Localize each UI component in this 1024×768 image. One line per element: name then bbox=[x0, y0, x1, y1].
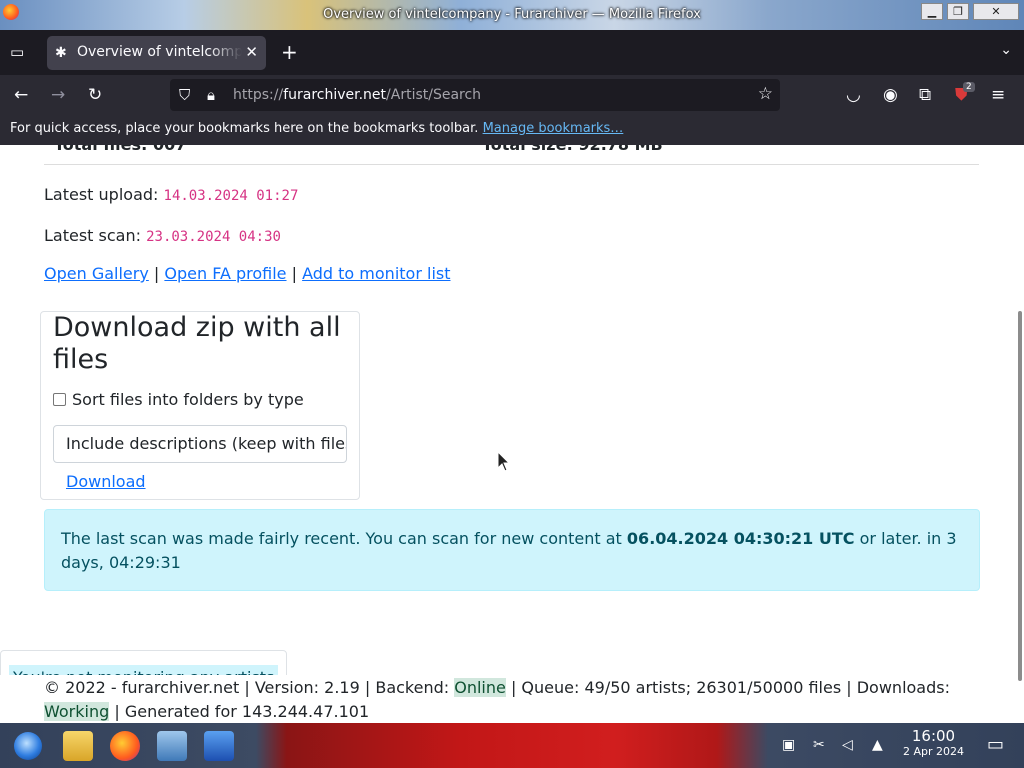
total-files: Total files: 007 bbox=[54, 145, 186, 154]
page-footer: © 2022 - furarchiver.net | Version: 2.19… bbox=[0, 675, 1016, 723]
stats-row: Total files: 007 Total size: 92.78 MB bbox=[44, 145, 979, 165]
lock-icon[interactable]: 🔒︎ bbox=[207, 86, 215, 104]
scissors-tray-icon[interactable]: ✂ bbox=[813, 737, 825, 753]
extension-badge: 2 bbox=[963, 82, 975, 92]
scan-info-alert: The last scan was made fairly recent. Yo… bbox=[44, 509, 980, 591]
download-link[interactable]: Download bbox=[66, 472, 146, 491]
taskbar: ▣ ✂ ◁ ▲ 16:00 2 Apr 2024 ▭ bbox=[0, 723, 1024, 768]
zip-download-card: Download zip with all files Sort files i… bbox=[40, 311, 360, 500]
page-scrollbar[interactable] bbox=[1016, 145, 1024, 723]
show-hidden-icons-icon[interactable]: ▲ bbox=[872, 737, 883, 753]
control-panel-icon[interactable] bbox=[157, 731, 187, 761]
maximize-icon[interactable]: ❐ bbox=[947, 3, 969, 20]
account-icon[interactable]: ◉ bbox=[883, 85, 898, 105]
hamburger-menu-icon[interactable]: ≡ bbox=[991, 85, 1005, 105]
file-manager-icon[interactable] bbox=[63, 731, 93, 761]
navigation-toolbar: ← → ↻ ⛉ 🔒︎ https://furarchiver.net/Artis… bbox=[0, 75, 1024, 115]
clock-time: 16:00 bbox=[911, 727, 956, 745]
backend-status: Online bbox=[454, 678, 506, 697]
checkbox-box[interactable] bbox=[53, 393, 66, 406]
firefox-view-icon[interactable]: ▭ bbox=[10, 43, 24, 61]
latest-scan: Latest scan: 23.03.2024 04:30 bbox=[44, 226, 281, 245]
tracking-protection-shield-icon[interactable]: ⛉ bbox=[179, 86, 190, 104]
forward-icon[interactable]: → bbox=[51, 85, 65, 105]
minimize-icon[interactable]: ▁ bbox=[921, 3, 943, 20]
scrollbar-thumb[interactable] bbox=[1018, 311, 1022, 681]
descriptions-select[interactable]: Include descriptions (keep with files) bbox=[53, 425, 347, 463]
add-to-monitor-link[interactable]: Add to monitor list bbox=[302, 264, 450, 283]
next-scan-datetime: 06.04.2024 04:30:21 UTC bbox=[626, 529, 855, 548]
window-titlebar: Overview of vintelcompany - Furarchiver … bbox=[0, 0, 1024, 30]
close-window-icon[interactable]: ✕ bbox=[973, 3, 1019, 20]
tab-close-icon[interactable]: ✕ bbox=[245, 43, 258, 61]
bookmark-star-icon[interactable]: ☆ bbox=[758, 84, 773, 104]
latest-scan-value: 23.03.2024 04:30 bbox=[146, 229, 281, 245]
back-icon[interactable]: ← bbox=[14, 85, 28, 105]
clipboard-tray-icon[interactable]: ▣ bbox=[782, 737, 795, 753]
mouse-cursor-icon bbox=[497, 451, 511, 472]
reload-icon[interactable]: ↻ bbox=[88, 85, 102, 105]
pocket-icon[interactable]: ◡ bbox=[846, 85, 861, 105]
list-all-tabs-icon[interactable]: ⌄ bbox=[1000, 42, 1012, 58]
tab-active[interactable]: ✱ Overview of vintelcompany - Furarchive… bbox=[47, 36, 266, 70]
downloads-status: Working bbox=[44, 702, 110, 721]
sort-files-checkbox[interactable]: Sort files into folders by type bbox=[53, 390, 304, 409]
url-text[interactable]: https://furarchiver.net/Artist/Search bbox=[233, 87, 481, 103]
tab-strip: ▭ ✱ Overview of vintelcompany - Furarchi… bbox=[0, 30, 1024, 75]
tab-favicon-icon: ✱ bbox=[55, 45, 67, 61]
firefox-taskbar-icon[interactable] bbox=[110, 731, 140, 761]
page-content: Total files: 007 Total size: 92.78 MB La… bbox=[0, 145, 1024, 723]
volume-tray-icon[interactable]: ◁ bbox=[842, 737, 853, 753]
zip-heading: Download zip with all files bbox=[53, 312, 341, 375]
open-gallery-link[interactable]: Open Gallery bbox=[44, 264, 149, 283]
manage-bookmarks-link[interactable]: Manage bookmarks… bbox=[483, 121, 624, 136]
latest-upload-value: 14.03.2024 01:27 bbox=[163, 188, 299, 204]
open-fa-profile-link[interactable]: Open FA profile bbox=[164, 264, 286, 283]
total-size: Total size: 92.78 MB bbox=[482, 145, 663, 154]
notifications-icon[interactable]: ▭ bbox=[987, 734, 1004, 755]
bookmarks-toolbar: For quick access, place your bookmarks h… bbox=[0, 115, 1024, 145]
display-icon[interactable] bbox=[204, 731, 234, 761]
url-bar[interactable]: ⛉ 🔒︎ https://furarchiver.net/Artist/Sear… bbox=[170, 79, 780, 111]
taskbar-clock[interactable]: 16:00 2 Apr 2024 bbox=[903, 727, 964, 758]
latest-upload: Latest upload: 14.03.2024 01:27 bbox=[44, 185, 299, 204]
start-button-icon[interactable] bbox=[14, 732, 42, 760]
extensions-icon[interactable]: ⧉ bbox=[919, 85, 931, 105]
bookmarks-hint: For quick access, place your bookmarks h… bbox=[10, 121, 479, 136]
clock-date: 2 Apr 2024 bbox=[902, 745, 964, 758]
tab-title: Overview of vintelcompany - Furarchiver bbox=[77, 44, 242, 60]
window-title: Overview of vintelcompany - Furarchiver … bbox=[323, 7, 701, 22]
new-tab-icon[interactable]: + bbox=[281, 40, 298, 64]
artist-links: Open Gallery | Open FA profile | Add to … bbox=[44, 264, 451, 283]
